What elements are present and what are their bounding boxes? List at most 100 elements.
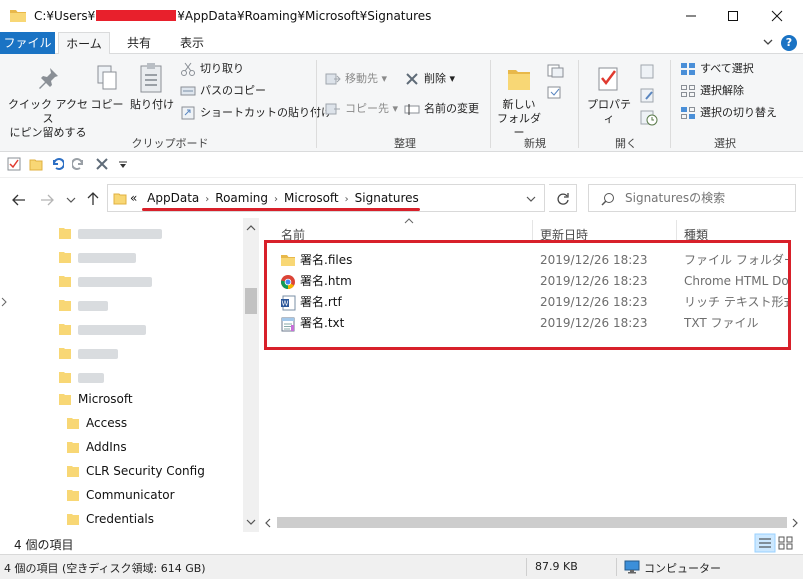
sort-ascending-icon (404, 218, 414, 224)
shortcut-icon (181, 106, 195, 120)
chevron-down-icon[interactable] (526, 195, 536, 203)
chevron-right-icon[interactable] (791, 518, 799, 528)
breadcrumb-item-appdata[interactable]: AppData (147, 191, 199, 205)
group-label-new: 新規 (524, 137, 546, 150)
undo-icon[interactable] (50, 157, 64, 171)
chevron-down-icon[interactable] (246, 518, 256, 526)
chevron-up-icon[interactable] (246, 224, 256, 232)
horizontal-scrollbar[interactable] (261, 514, 803, 531)
details-view-icon[interactable] (754, 533, 776, 553)
details-status-bar: 4 個の項目 (空きディスク領域: 614 GB) 87.9 KB コンピュータ… (0, 554, 803, 579)
breadcrumb-overflow[interactable]: « (130, 191, 137, 205)
folder-icon (67, 466, 79, 477)
paste-button[interactable]: 貼り付け (128, 98, 176, 112)
tab-file[interactable]: ファイル (0, 32, 55, 54)
pin-icon (39, 68, 58, 89)
title-bar: C:¥Users¥ ¥AppData¥Roaming¥Microsoft¥Sign… (0, 0, 803, 32)
properties-check-icon[interactable] (7, 157, 21, 171)
invert-selection-icon (681, 107, 695, 119)
column-divider[interactable] (676, 220, 677, 242)
select-none-button[interactable]: 選択解除 (680, 82, 744, 100)
invert-selection-button[interactable]: 選択の切り替え (680, 104, 777, 122)
redacted-username (96, 10, 177, 21)
tab-share[interactable]: 共有 (114, 32, 164, 54)
tab-home[interactable]: ホーム (58, 32, 110, 55)
forward-arrow-icon[interactable] (40, 193, 54, 207)
rename-button[interactable]: 名前の変更 (404, 100, 479, 118)
annotation-underline (142, 208, 420, 211)
tab-view[interactable]: 表示 (170, 32, 214, 54)
annotation-highlight-box (264, 240, 791, 350)
folder-icon (67, 490, 79, 501)
close-button[interactable] (757, 0, 801, 32)
search-input[interactable] (625, 189, 790, 207)
group-label-select: 選択 (714, 137, 736, 150)
group-divider (490, 60, 491, 148)
open-icon (640, 64, 654, 79)
scrollbar-thumb[interactable] (277, 517, 787, 528)
chevron-right-icon (1, 297, 7, 307)
path-icon (180, 86, 196, 96)
view-toggle (754, 533, 798, 556)
blurred-text (78, 348, 118, 359)
refresh-button[interactable] (549, 184, 577, 212)
select-all-button[interactable]: すべて選択 (680, 60, 754, 78)
location-zone: コンピューター (644, 562, 721, 575)
pin-quick-access-button[interactable]: クイック アクセス にピン留めする (6, 98, 90, 140)
minimize-icon (686, 15, 696, 17)
cut-button[interactable]: 切り取り (180, 60, 244, 78)
chevron-right-icon[interactable]: › (205, 194, 209, 205)
close-icon (771, 10, 783, 22)
folder-icon (59, 276, 71, 287)
selection-size: 87.9 KB (535, 560, 578, 573)
copy-to-button[interactable]: コピー先 ▾ (325, 100, 398, 118)
copy-button[interactable]: コピー (90, 98, 124, 112)
minimize-button[interactable] (671, 0, 715, 32)
folder-icon (59, 372, 71, 383)
up-arrow-icon[interactable] (86, 192, 100, 206)
large-icons-view-icon[interactable] (778, 536, 793, 550)
folder-icon (59, 348, 71, 359)
copy-icon (97, 65, 117, 90)
chevron-right-icon[interactable]: › (274, 194, 278, 205)
help-button[interactable]: ? (781, 35, 797, 51)
new-item-icon (547, 64, 564, 78)
easy-access-icon (547, 86, 561, 99)
folder-icon[interactable] (29, 157, 43, 171)
view-buttons (754, 533, 793, 553)
breadcrumb-item-signatures[interactable]: Signatures (355, 191, 419, 205)
group-divider (670, 60, 671, 148)
properties-button[interactable]: プロパティ (582, 98, 636, 126)
column-divider[interactable] (532, 220, 533, 242)
move-to-button[interactable]: 移動先 ▾ (325, 70, 387, 88)
chevron-down-icon[interactable] (118, 161, 128, 169)
maximize-icon (728, 11, 738, 21)
navigation-scrollbar[interactable] (243, 218, 259, 532)
group-divider (578, 60, 579, 148)
copy-path-button[interactable]: パスのコピー (180, 82, 266, 100)
chevron-right-icon[interactable]: › (345, 194, 349, 205)
chevron-left-icon[interactable] (264, 518, 272, 528)
new-folder-button[interactable]: 新しい フォルダー (494, 98, 544, 140)
paste-shortcut-button[interactable]: ショートカットの貼り付け (180, 104, 332, 122)
delete-x-icon[interactable] (95, 157, 109, 171)
folder-icon (67, 514, 79, 525)
item-count: 4 個の項目 (14, 538, 74, 552)
quick-access-toolbar (0, 152, 803, 178)
breadcrumb: « AppData › Roaming › Microsoft › Signatures (130, 191, 419, 205)
maximize-button[interactable] (713, 0, 757, 32)
breadcrumb-item-roaming[interactable]: Roaming (215, 191, 268, 205)
search-box[interactable] (588, 184, 796, 212)
chevron-down-icon[interactable] (762, 36, 774, 48)
window-title: C:¥Users¥ ¥AppData¥Roaming¥Microsoft¥Sign… (34, 9, 432, 23)
chevron-down-icon[interactable] (66, 196, 76, 204)
breadcrumb-item-microsoft[interactable]: Microsoft (284, 191, 339, 205)
redo-icon[interactable] (72, 157, 86, 171)
blurred-text (78, 372, 104, 383)
free-space-summary: 4 個の項目 (空きディスク領域: 614 GB) (4, 562, 206, 575)
scrollbar-thumb[interactable] (245, 288, 257, 314)
folder-icon (10, 10, 26, 22)
delete-button[interactable]: 削除 ▾ (404, 70, 455, 88)
back-arrow-icon[interactable] (12, 193, 26, 207)
move-to-icon (325, 73, 341, 85)
